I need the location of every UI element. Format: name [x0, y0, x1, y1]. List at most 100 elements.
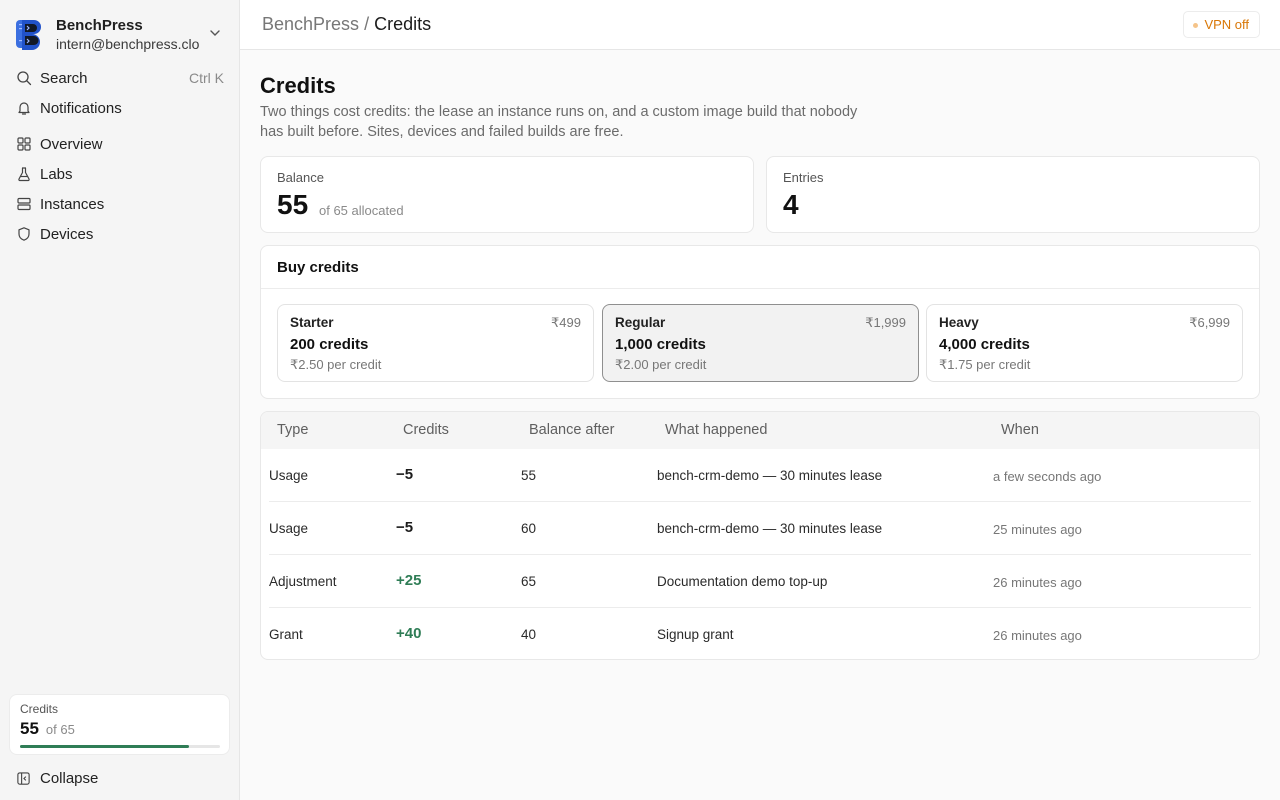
sidebar-item-devices[interactable]: Devices [16, 221, 224, 247]
plan-price: ₹1,999 [865, 315, 906, 330]
vpn-status-button[interactable]: VPN off [1183, 11, 1260, 38]
table-row: Grant +40 40 Signup grant 26 minutes ago [269, 608, 1251, 659]
cell-balance: 55 [521, 468, 537, 483]
sidebar-collapse-icon [17, 771, 30, 785]
workspace-switcher[interactable]: BenchPress intern@benchpress.cloud [16, 14, 224, 54]
balance-allocated: of 65 allocated [319, 203, 404, 218]
credits-progress-bar [20, 745, 220, 748]
buy-credits-title: Buy credits [277, 259, 359, 276]
plan-heavy[interactable]: Heavy ₹6,999 4,000 credits ₹1.75 per cre… [926, 304, 1243, 382]
plan-credits: 200 credits [290, 336, 369, 353]
sidebar-item-labs[interactable]: Labs [16, 161, 224, 187]
cell-type: Adjustment [269, 574, 337, 589]
shield-icon [18, 227, 30, 241]
search-icon [17, 71, 32, 86]
column-header-what: What happened [665, 422, 768, 438]
vpn-status-dot [1193, 23, 1199, 28]
column-header-credits: Credits [403, 422, 449, 438]
cell-type: Usage [269, 468, 309, 483]
breadcrumb-root[interactable]: BenchPress [262, 14, 359, 34]
plan-per-credit: ₹2.00 per credit [615, 357, 707, 372]
credits-card-title: Credits [20, 702, 59, 716]
plan-name: Regular [615, 315, 666, 330]
cell-credits: +40 [396, 625, 422, 642]
divider [261, 288, 1259, 289]
sidebar-item-search[interactable]: Search Ctrl K [16, 65, 224, 91]
server-icon [17, 197, 31, 211]
user-email: intern@benchpress.cloud [56, 35, 200, 52]
sidebar-item-label: Devices [40, 225, 94, 243]
plan-name: Starter [290, 315, 334, 330]
page-title: Credits [260, 73, 336, 98]
cell-balance: 65 [521, 574, 537, 589]
brand-name: BenchPress [56, 16, 143, 34]
cell-credits: −5 [396, 466, 414, 483]
balance-value: 55 [277, 189, 309, 220]
cell-credits: +25 [396, 572, 422, 589]
cell-when: 26 minutes ago [993, 628, 1082, 643]
grid-icon [17, 137, 31, 151]
search-shortcut: Ctrl K [189, 70, 224, 86]
column-header-when: When [1001, 422, 1039, 438]
sidebar-item-label: Labs [40, 165, 73, 183]
credits-card-value: 55 [20, 719, 39, 738]
collapse-label: Collapse [40, 769, 99, 787]
sidebar-item-instances[interactable]: Instances [16, 191, 224, 217]
credits-ledger-table: Type Credits Balance after What happened… [260, 411, 1260, 660]
table-row: Usage −5 55 bench-crm-demo — 30 minutes … [269, 449, 1251, 502]
cell-balance: 60 [521, 521, 537, 536]
cell-type: Grant [269, 627, 303, 642]
table-header: Type Credits Balance after What happened… [261, 412, 1259, 449]
breadcrumb: BenchPress / Credits [262, 14, 431, 35]
table-row: Adjustment +25 65 Documentation demo top… [269, 555, 1251, 608]
sidebar: BenchPress intern@benchpress.cloud Searc… [0, 0, 240, 800]
flask-icon [18, 167, 30, 182]
cell-what: bench-crm-demo — 30 minutes lease [657, 468, 883, 483]
column-header-type: Type [277, 422, 309, 438]
plan-price: ₹499 [551, 315, 581, 330]
plan-price: ₹6,999 [1189, 315, 1230, 330]
plan-name: Heavy [939, 315, 979, 330]
entries-value: 4 [783, 189, 799, 220]
plan-per-credit: ₹1.75 per credit [939, 357, 1031, 372]
collapse-sidebar-button[interactable]: Collapse [16, 766, 98, 790]
balance-card: Balance 55 of 65 allocated [260, 156, 754, 233]
vpn-status-label: VPN off [1204, 17, 1249, 32]
column-header-balance: Balance after [529, 422, 615, 438]
credits-card-total: of 65 [45, 722, 75, 737]
cell-when: 25 minutes ago [993, 522, 1082, 537]
plan-credits: 1,000 credits [615, 336, 706, 353]
cell-what: Signup grant [657, 627, 734, 642]
plan-credits: 4,000 credits [939, 336, 1030, 353]
plan-per-credit: ₹2.50 per credit [290, 357, 382, 372]
cell-balance: 40 [521, 627, 537, 642]
plan-starter[interactable]: Starter ₹499 200 credits ₹2.50 per credi… [277, 304, 594, 382]
entries-label: Entries [783, 170, 824, 185]
cell-when: a few seconds ago [993, 469, 1102, 484]
main-content: Credits Two things cost credits: the lea… [240, 50, 1280, 800]
cell-credits: −5 [396, 519, 414, 536]
sidebar-item-label: Notifications [40, 99, 122, 117]
sidebar-item-overview[interactable]: Overview [16, 131, 224, 157]
cell-type: Usage [269, 521, 309, 536]
cell-when: 26 minutes ago [993, 575, 1082, 590]
table-row: Usage −5 60 bench-crm-demo — 30 minutes … [269, 502, 1251, 555]
cell-what: Documentation demo top-up [657, 574, 828, 589]
credits-progress-fill [20, 745, 190, 748]
sidebar-item-label: Search [40, 69, 88, 87]
sidebar-item-label: Instances [40, 195, 105, 213]
breadcrumb-current: Credits [374, 14, 432, 34]
entries-card: Entries 4 [766, 156, 1260, 233]
sidebar-item-label: Overview [40, 135, 103, 153]
cell-what: bench-crm-demo — 30 minutes lease [657, 521, 883, 536]
breadcrumb-separator: / [364, 14, 370, 34]
plan-regular[interactable]: Regular ₹1,999 1,000 credits ₹2.00 per c… [602, 304, 919, 382]
bell-icon [18, 102, 30, 115]
sidebar-item-notifications[interactable]: Notifications [16, 95, 224, 121]
sidebar-credits-card[interactable]: Credits 55 of 65 [9, 694, 230, 755]
topbar: BenchPress / Credits VPN off [240, 0, 1280, 50]
chevron-down-icon [210, 30, 220, 36]
balance-label: Balance [277, 170, 324, 185]
page-description: Two things cost credits: the lease an in… [260, 104, 858, 140]
benchpress-logo [16, 20, 41, 50]
